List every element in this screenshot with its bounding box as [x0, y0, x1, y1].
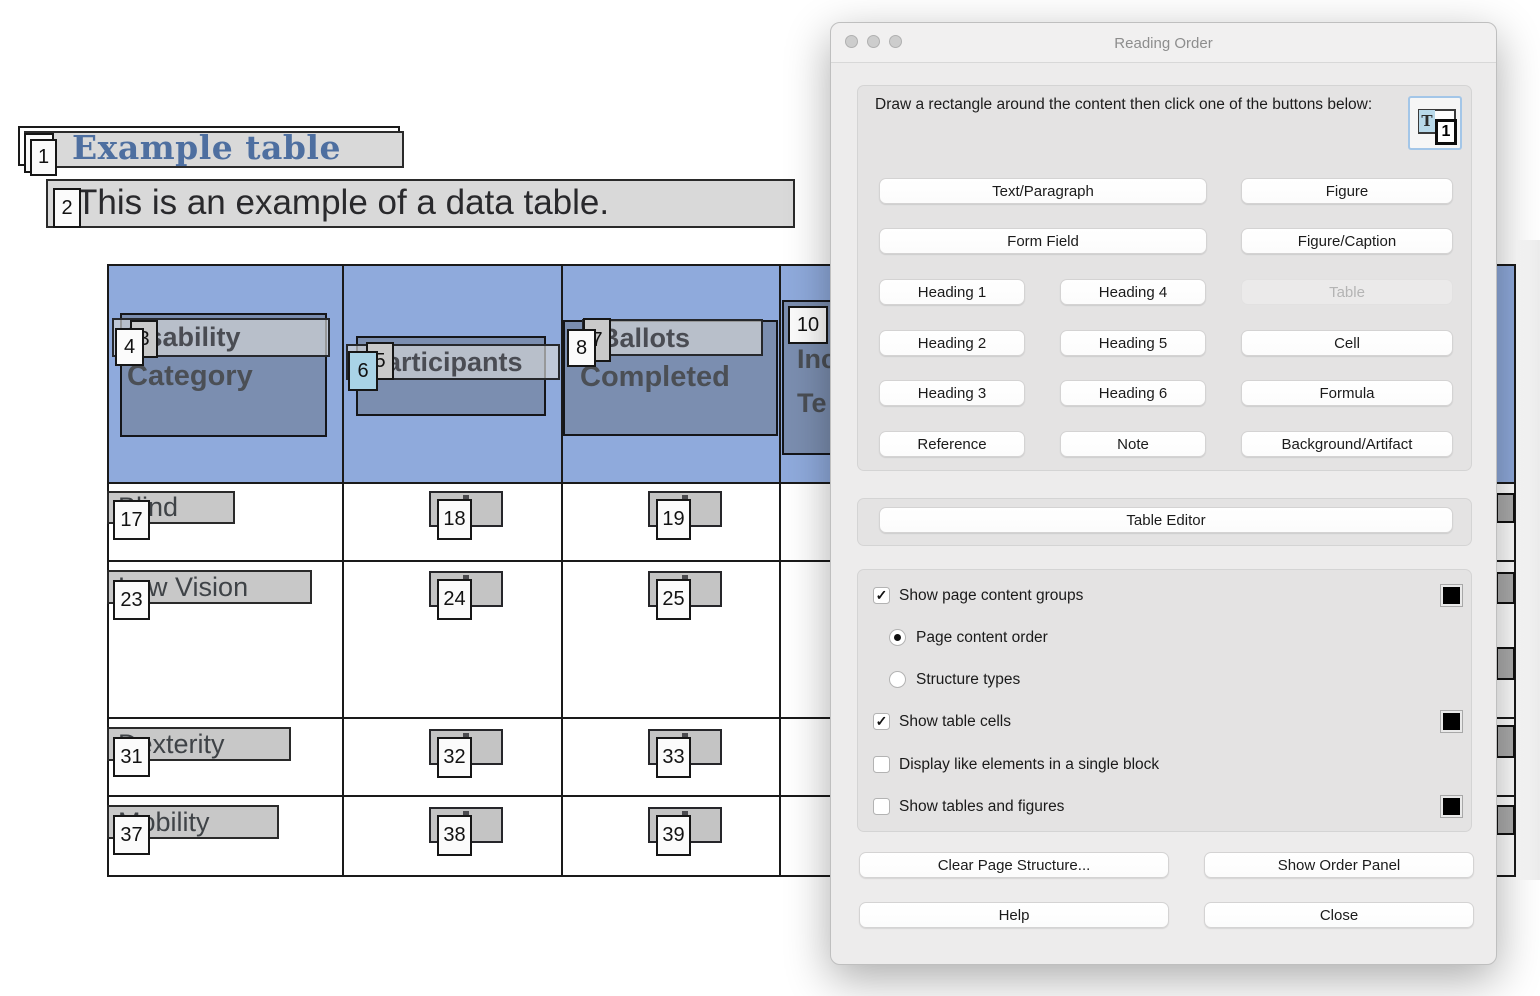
screen: Example table 1 This is an example of a …: [0, 0, 1540, 996]
reading-order-tag-37[interactable]: 37: [113, 815, 150, 855]
reading-order-tag-10[interactable]: 10: [788, 306, 828, 344]
show-page-content-groups-checkbox[interactable]: ✓: [873, 587, 890, 604]
heading-5-button[interactable]: Heading 5: [1060, 330, 1206, 356]
figure-caption-button[interactable]: Figure/Caption: [1241, 228, 1453, 254]
cell-highlight: [1496, 647, 1515, 680]
show-table-cells-checkbox[interactable]: ✓: [873, 713, 890, 730]
reading-order-tag-33[interactable]: 33: [656, 737, 691, 778]
reading-order-tag-1[interactable]: 1: [30, 139, 57, 176]
doc-paragraph-text: This is an example of a data table.: [76, 183, 609, 223]
reference-button[interactable]: Reference: [879, 431, 1025, 457]
table-editor-button[interactable]: Table Editor: [879, 507, 1453, 533]
display-single-block-label: Display like elements in a single block: [899, 756, 1159, 774]
reading-order-tag-25[interactable]: 25: [656, 579, 691, 620]
doc-heading-text: Example table: [72, 128, 341, 167]
header-cell3-line1: Ballots: [600, 323, 690, 354]
structure-types-label: Structure types: [916, 671, 1020, 689]
reading-order-tag-38[interactable]: 38: [437, 815, 472, 856]
reading-order-tag-18[interactable]: 18: [437, 499, 472, 540]
clear-page-structure-button[interactable]: Clear Page Structure...: [859, 852, 1169, 878]
tool-icon-letter: T: [1419, 110, 1435, 132]
dialog-title: Reading Order: [831, 23, 1496, 63]
reading-order-tag-4[interactable]: 4: [115, 328, 144, 366]
reading-order-tag-32[interactable]: 32: [437, 737, 472, 778]
page-content-order-label: Page content order: [916, 629, 1048, 647]
heading-6-button[interactable]: Heading 6: [1060, 380, 1206, 406]
reading-order-tag-8[interactable]: 8: [567, 329, 596, 367]
cell-highlight: [1496, 725, 1515, 758]
reading-order-tag-19[interactable]: 19: [656, 499, 691, 540]
show-tables-figures-checkbox[interactable]: [873, 798, 890, 815]
page-content-color-swatch[interactable]: [1441, 585, 1462, 606]
reading-order-tag-6-selected[interactable]: 6: [348, 351, 378, 391]
cell-highlight: [1496, 493, 1515, 523]
tag-buttons-group: [857, 85, 1472, 471]
header-cell4-line2: Te: [797, 388, 827, 419]
note-button[interactable]: Note: [1060, 431, 1206, 457]
tool-icon-number: 1: [1435, 119, 1457, 145]
heading-2-button[interactable]: Heading 2: [879, 330, 1025, 356]
help-button[interactable]: Help: [859, 902, 1169, 928]
show-tables-figures-label: Show tables and figures: [899, 798, 1064, 816]
display-single-block-checkbox[interactable]: [873, 756, 890, 773]
heading-4-button[interactable]: Heading 4: [1060, 279, 1206, 305]
reading-order-tag-31[interactable]: 31: [113, 737, 150, 777]
table-cells-color-swatch[interactable]: [1441, 711, 1462, 732]
reading-order-tag-23[interactable]: 23: [113, 580, 150, 620]
reading-order-tag-24[interactable]: 24: [437, 579, 472, 620]
form-field-button[interactable]: Form Field: [879, 228, 1207, 254]
cell-highlight: [1496, 805, 1515, 835]
tables-figures-color-swatch[interactable]: [1441, 796, 1462, 817]
header-cell3-line2: Completed: [580, 361, 730, 394]
table-divider-col3: [779, 264, 781, 876]
table-divider-col1: [342, 264, 344, 876]
text-paragraph-button[interactable]: Text/Paragraph: [879, 178, 1207, 204]
formula-button[interactable]: Formula: [1241, 380, 1453, 406]
page-edge: [1517, 240, 1540, 880]
reading-order-dialog: Reading Order Draw a rectangle around th…: [830, 22, 1497, 965]
display-options-group: [857, 569, 1472, 832]
show-page-content-groups-label: Show page content groups: [899, 587, 1083, 605]
reading-order-tag-2[interactable]: 2: [53, 188, 81, 228]
cell-button[interactable]: Cell: [1241, 330, 1453, 356]
heading-1-button[interactable]: Heading 1: [879, 279, 1025, 305]
show-order-panel-button[interactable]: Show Order Panel: [1204, 852, 1474, 878]
figure-button[interactable]: Figure: [1241, 178, 1453, 204]
background-artifact-button[interactable]: Background/Artifact: [1241, 431, 1453, 457]
close-button[interactable]: Close: [1204, 902, 1474, 928]
cell-highlight: [1496, 572, 1515, 604]
heading-3-button[interactable]: Heading 3: [879, 380, 1025, 406]
page-content-order-radio[interactable]: [889, 629, 906, 646]
header-cell1-line2: Category: [127, 360, 253, 393]
reading-order-tool-icon: T 1: [1408, 96, 1462, 150]
table-button: Table: [1241, 279, 1453, 305]
structure-types-radio[interactable]: [889, 671, 906, 688]
reading-order-tag-39[interactable]: 39: [656, 815, 691, 856]
instructions-text: Draw a rectangle around the content then…: [875, 93, 1375, 117]
show-table-cells-label: Show table cells: [899, 713, 1011, 731]
reading-order-tag-17[interactable]: 17: [113, 500, 150, 540]
table-border-right: [1514, 264, 1516, 876]
